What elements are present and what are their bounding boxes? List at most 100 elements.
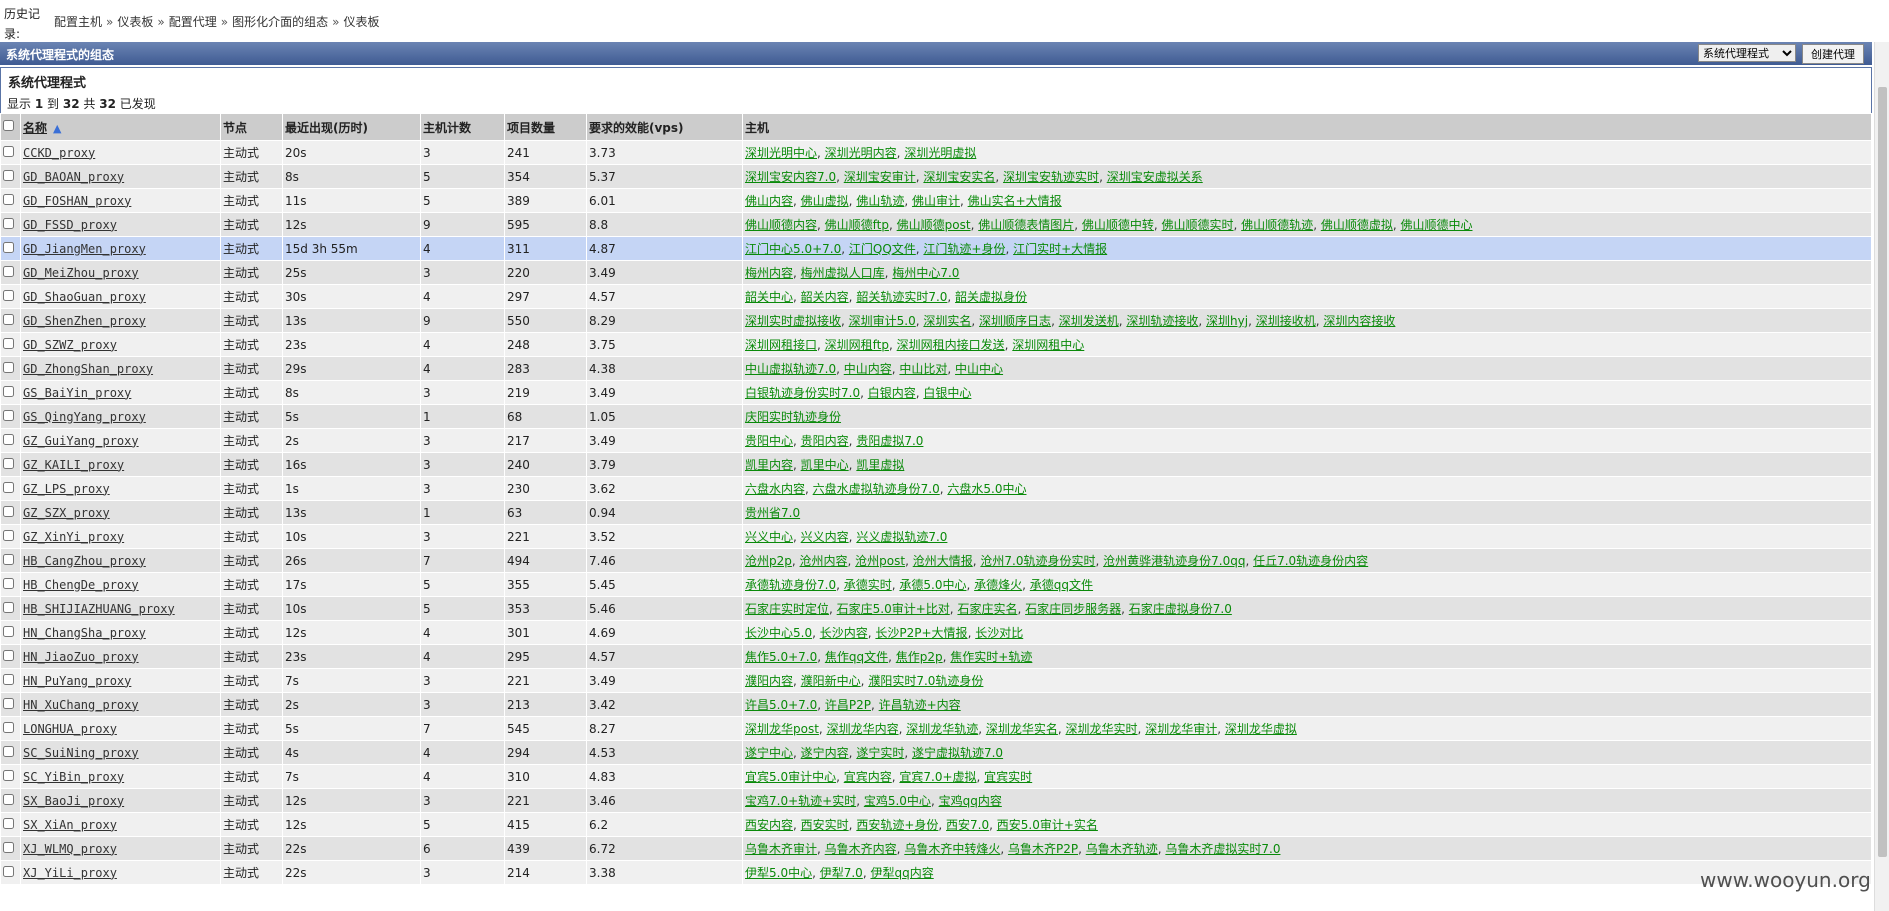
row-checkbox[interactable] <box>3 793 14 805</box>
host-link[interactable]: 焦作5.0+7.0 <box>745 650 817 664</box>
host-link[interactable]: 江门实时+大情报 <box>1013 242 1107 256</box>
host-link[interactable]: 宜宾7.0+虚拟 <box>899 770 976 784</box>
host-link[interactable]: 遂宁虚拟轨迹7.0 <box>912 746 1003 760</box>
host-link[interactable]: 深圳实名 <box>923 314 971 328</box>
host-link[interactable]: 乌鲁木齐审计 <box>745 842 817 856</box>
host-link[interactable]: 深圳网租内接口发送 <box>897 338 1005 352</box>
host-link[interactable]: 长沙P2P+大情报 <box>875 626 967 640</box>
host-link[interactable]: 深圳审计5.0 <box>849 314 916 328</box>
proxy-name-link[interactable]: GZ_GuiYang_proxy <box>23 434 139 448</box>
host-link[interactable]: 深圳龙华内容 <box>827 722 899 736</box>
proxy-name-link[interactable]: GD_SZWZ_proxy <box>23 338 117 352</box>
host-link[interactable]: 西安轨迹+身份 <box>856 818 938 832</box>
host-link[interactable]: 深圳宝安内容7.0 <box>745 170 836 184</box>
host-link[interactable]: 西安5.0审计+实名 <box>997 818 1098 832</box>
host-link[interactable]: 江门中心5.0+7.0 <box>745 242 841 256</box>
proxy-name-link[interactable]: HB_ChengDe_proxy <box>23 578 139 592</box>
host-link[interactable]: 韶关中心 <box>745 290 793 304</box>
row-checkbox[interactable] <box>3 625 14 637</box>
host-link[interactable]: 宝鸡qq内容 <box>939 794 1002 808</box>
host-link[interactable]: 白银中心 <box>923 386 971 400</box>
proxy-name-link[interactable]: GD_ShenZhen_proxy <box>23 314 146 328</box>
host-link[interactable]: 韶关虚拟身份 <box>955 290 1027 304</box>
host-link[interactable]: 焦作qq文件 <box>825 650 888 664</box>
host-link[interactable]: 兴义虚拟轨迹7.0 <box>856 530 947 544</box>
host-link[interactable]: 佛山顺德ftp <box>825 218 889 232</box>
proxy-name-link[interactable]: GD_BAOAN_proxy <box>23 170 124 184</box>
row-checkbox[interactable] <box>3 265 14 277</box>
host-link[interactable]: 六盘水虚拟轨迹身份7.0 <box>813 482 940 496</box>
host-link[interactable]: 佛山顺德实时 <box>1162 218 1234 232</box>
host-link[interactable]: 佛山顺德中转 <box>1082 218 1154 232</box>
host-link[interactable]: 深圳顺序日志 <box>979 314 1051 328</box>
host-link[interactable]: 长沙对比 <box>975 626 1023 640</box>
host-link[interactable]: 佛山顺德中心 <box>1400 218 1472 232</box>
breadcrumb-item-gui-config[interactable]: 图形化介面的组态 <box>232 15 328 29</box>
host-link[interactable]: 佛山顺德虚拟 <box>1321 218 1393 232</box>
row-checkbox[interactable] <box>3 505 14 517</box>
host-link[interactable]: 韶关轨迹实时7.0 <box>856 290 947 304</box>
row-checkbox[interactable] <box>3 313 14 325</box>
row-checkbox[interactable] <box>3 529 14 541</box>
host-link[interactable]: 乌鲁木齐内容 <box>825 842 897 856</box>
proxy-name-link[interactable]: HB_SHIJIAZHUANG_proxy <box>23 602 175 616</box>
row-checkbox[interactable] <box>3 841 14 853</box>
row-checkbox[interactable] <box>3 457 14 469</box>
row-checkbox[interactable] <box>3 409 14 421</box>
host-link[interactable]: 贵州省7.0 <box>745 506 800 520</box>
host-link[interactable]: 沧州内容 <box>800 554 848 568</box>
host-link[interactable]: 佛山顺德内容 <box>745 218 817 232</box>
host-link[interactable]: 遂宁中心 <box>745 746 793 760</box>
row-checkbox[interactable] <box>3 553 14 565</box>
host-link[interactable]: 韶关内容 <box>801 290 849 304</box>
breadcrumb-item-config-hosts[interactable]: 配置主机 <box>54 15 102 29</box>
proxy-name-link[interactable]: HN_ChangSha_proxy <box>23 626 146 640</box>
host-link[interactable]: 许昌5.0+7.0 <box>745 698 817 712</box>
host-link[interactable]: 深圳实时虚拟接收 <box>745 314 841 328</box>
host-link[interactable]: 宝鸡7.0+轨迹+实时 <box>745 794 856 808</box>
proxy-name-link[interactable]: GS_QingYang_proxy <box>23 410 146 424</box>
row-checkbox[interactable] <box>3 649 14 661</box>
proxy-name-link[interactable]: XJ_YiLi_proxy <box>23 866 117 880</box>
host-link[interactable]: 佛山内容 <box>745 194 793 208</box>
row-checkbox[interactable] <box>3 865 14 877</box>
host-link[interactable]: 贵阳虚拟7.0 <box>856 434 923 448</box>
breadcrumb-item-dashboard-2[interactable]: 仪表板 <box>343 15 379 29</box>
proxy-name-link[interactable]: HN_XuChang_proxy <box>23 698 139 712</box>
host-link[interactable]: 沧州黄骅港轨迹身份7.0qq <box>1103 554 1245 568</box>
host-link[interactable]: 伊犁5.0中心 <box>745 866 812 880</box>
host-link[interactable]: 兴义中心 <box>745 530 793 544</box>
host-link[interactable]: 濮阳新中心 <box>801 674 861 688</box>
host-link[interactable]: 白银轨迹身份实时7.0 <box>745 386 860 400</box>
host-link[interactable]: 深圳龙华实名 <box>986 722 1058 736</box>
proxy-name-link[interactable]: LONGHUA_proxy <box>23 722 117 736</box>
vertical-scrollbar[interactable] <box>1874 42 1889 911</box>
host-link[interactable]: 深圳hyj <box>1206 314 1248 328</box>
column-header-name-label[interactable]: 名称 <box>23 121 47 135</box>
create-proxy-button[interactable]: 创建代理 <box>1802 44 1864 64</box>
row-checkbox[interactable] <box>3 361 14 373</box>
row-checkbox[interactable] <box>3 745 14 757</box>
host-link[interactable]: 石家庄实名 <box>957 602 1017 616</box>
host-link[interactable]: 深圳网租ftp <box>825 338 889 352</box>
host-link[interactable]: 佛山轨迹 <box>856 194 904 208</box>
host-link[interactable]: 乌鲁木齐中转烽火 <box>904 842 1000 856</box>
host-link[interactable]: 深圳宝安轨迹实时 <box>1003 170 1099 184</box>
host-link[interactable]: 庆阳实时轨迹身份 <box>745 410 841 424</box>
proxy-name-link[interactable]: SC_YiBin_proxy <box>23 770 124 784</box>
host-link[interactable]: 焦作p2p <box>896 650 943 664</box>
row-checkbox[interactable] <box>3 673 14 685</box>
row-checkbox[interactable] <box>3 337 14 349</box>
host-link[interactable]: 许昌轨迹+内容 <box>879 698 961 712</box>
row-checkbox[interactable] <box>3 721 14 733</box>
host-link[interactable]: 兴义内容 <box>801 530 849 544</box>
host-link[interactable]: 深圳网租中心 <box>1012 338 1084 352</box>
proxy-name-link[interactable]: GD_ZhongShan_proxy <box>23 362 153 376</box>
host-link[interactable]: 深圳宝安审计 <box>844 170 916 184</box>
host-link[interactable]: 深圳光明中心 <box>745 146 817 160</box>
row-checkbox[interactable] <box>3 289 14 301</box>
host-link[interactable]: 深圳龙华实时 <box>1066 722 1138 736</box>
column-header-name[interactable]: 名称 ▲ <box>20 113 221 141</box>
host-link[interactable]: 中山虚拟轨迹7.0 <box>745 362 836 376</box>
host-link[interactable]: 深圳内容接收 <box>1323 314 1395 328</box>
